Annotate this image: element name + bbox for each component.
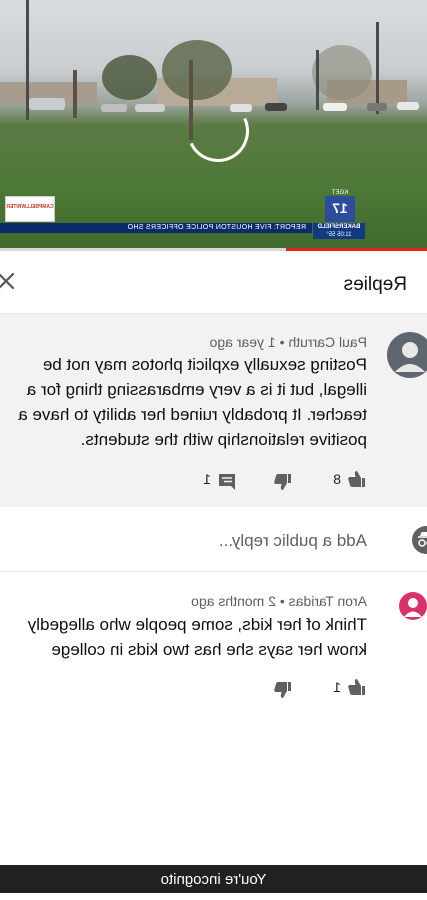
tree (162, 40, 232, 100)
station-number: 17 (332, 200, 348, 216)
parked-car (397, 102, 419, 110)
station-temp: 55° (326, 232, 336, 238)
incognito-avatar-icon (412, 526, 427, 554)
video-player[interactable]: KGET 17 BAKERSFIELD 11:05 55° REPORT: FI… (0, 0, 427, 248)
comment-author-line[interactable]: Aron Taridas • 2 months ago (191, 593, 367, 609)
station-time: 11:05 (337, 232, 352, 238)
parked-car (323, 103, 347, 111)
add-reply-box[interactable]: Add a public reply... (0, 507, 427, 572)
light-pole (376, 22, 379, 114)
incognito-label: You're incognito (160, 871, 267, 888)
like-count: 1 (333, 679, 341, 695)
thumbs-up-icon[interactable] (347, 677, 367, 702)
replies-title: Replies (343, 274, 407, 295)
comment-line: Posting sexually explicit photos may not… (42, 355, 367, 374)
station-logo: KGET 17 (325, 190, 355, 222)
parked-car (367, 103, 387, 111)
reply-input[interactable]: Add a public reply... (219, 531, 367, 551)
tree (102, 55, 157, 100)
avatar[interactable] (387, 332, 427, 378)
comment-line: Think of her kids, some people who alleg… (27, 615, 367, 634)
parked-car (101, 104, 127, 112)
station-bug: BAKERSFIELD 11:05 55° (313, 223, 365, 239)
comment-line: positive relationship with the students. (80, 430, 367, 449)
parent-comment: Paul Carruth • 1 year ago Posting sexual… (0, 314, 427, 507)
comment-line: illegal, but it is a very embarassing th… (26, 380, 367, 399)
station-call-sign: KGET (331, 190, 349, 196)
parked-car (135, 104, 165, 112)
comment-author-line[interactable]: Paul Carruth • 1 year ago (210, 334, 367, 350)
avatar[interactable] (399, 592, 427, 620)
tree (312, 45, 372, 100)
station-city: BAKERSFIELD (317, 224, 361, 230)
tree-trunk (73, 70, 77, 118)
sponsor-text: CAMPBELLWRITER (6, 204, 54, 210)
news-chyron: REPORT: FIVE HOUSTON POLICE OFFICERS SHO (0, 223, 312, 233)
incognito-bar: You're incognito (0, 865, 427, 893)
like-count: 8 (333, 471, 341, 487)
parked-car (29, 98, 65, 110)
thumbs-down-icon[interactable] (273, 680, 293, 705)
sponsor-logo: CAMPBELLWRITER (5, 196, 55, 222)
close-icon[interactable] (0, 267, 20, 295)
station-time-temp: 11:05 55° (313, 231, 365, 239)
comment-line: know her says she has two kids in colleg… (51, 640, 367, 659)
replies-header: Replies (0, 251, 427, 314)
reply-count: 1 (203, 471, 211, 487)
parked-car (265, 103, 287, 111)
chyron-text: REPORT: FIVE HOUSTON POLICE OFFICERS SHO (127, 224, 306, 231)
comment-icon[interactable] (217, 472, 237, 497)
thumbs-down-icon[interactable] (273, 472, 293, 497)
comment-line: teacher. It probably ruined her ability … (18, 405, 367, 424)
thumbs-up-icon[interactable] (347, 469, 367, 494)
light-pole (316, 50, 319, 110)
